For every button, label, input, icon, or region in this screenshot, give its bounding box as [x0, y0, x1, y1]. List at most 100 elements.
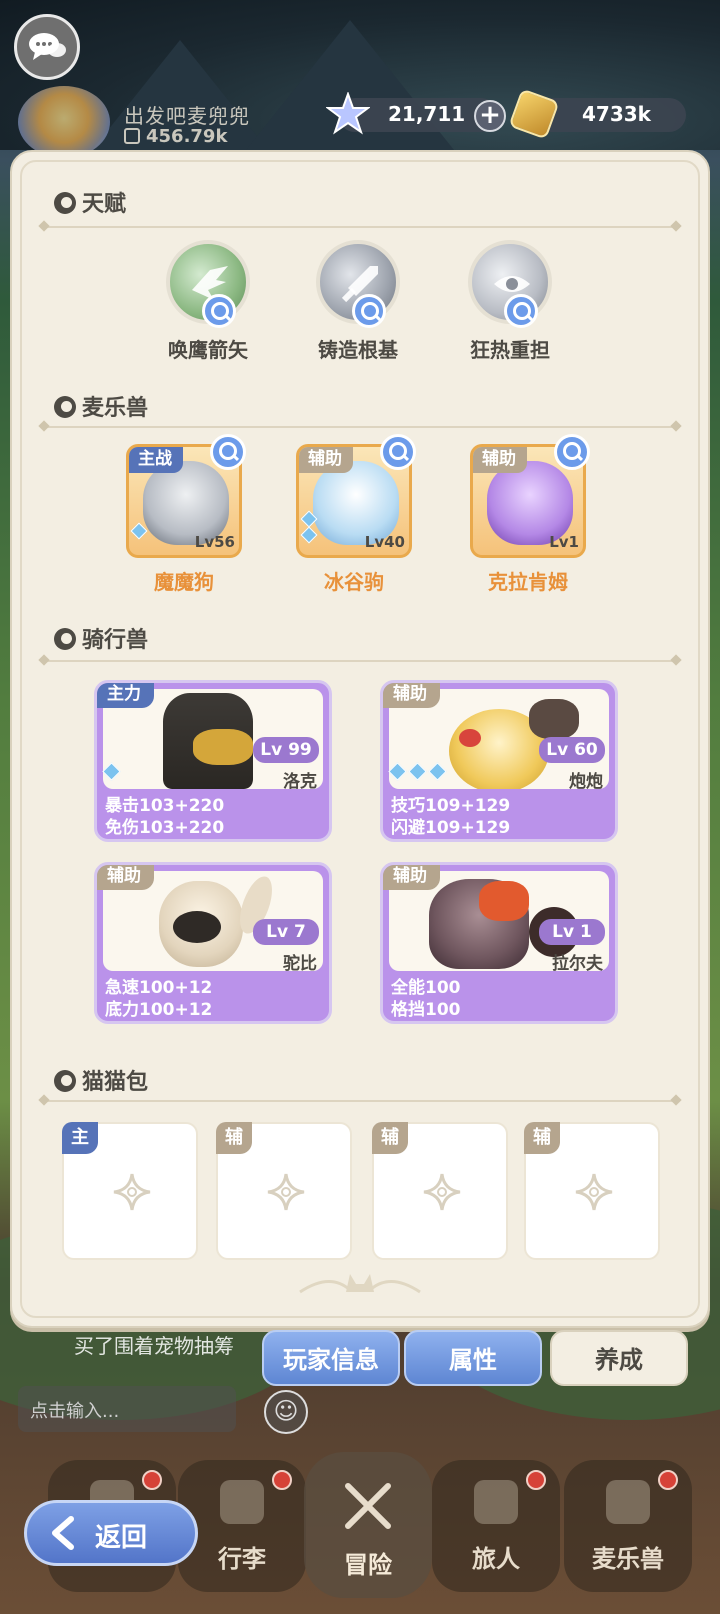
mount-card[interactable]: 辅助 Lv 1 拉尔夫 全能100 格挡100 [380, 862, 618, 1024]
mount-name: 驼比 [283, 954, 317, 974]
nav-item-pets[interactable]: 麦乐兽 [564, 1460, 692, 1592]
chat-bubble-icon [29, 33, 66, 60]
notification-dot [142, 1470, 162, 1490]
mount-stat: 格挡100 [391, 1000, 461, 1020]
tab-growth[interactable]: 养成 [550, 1330, 688, 1386]
pet-icon [606, 1480, 650, 1524]
avatar [18, 86, 110, 158]
section-title-mounts: 骑行兽 [54, 622, 148, 654]
talent-item[interactable]: 狂热重担 [450, 240, 570, 363]
talent-item[interactable]: 唤鹰箭矢 [148, 240, 268, 363]
role-tag: 主 [62, 1122, 98, 1154]
cat-bag-slot[interactable]: 辅 [372, 1122, 508, 1260]
mount-level: Lv 1 [539, 919, 605, 945]
nav-item-adventure[interactable]: 冒险 [304, 1452, 432, 1598]
role-tag: 主战 [129, 447, 183, 473]
divider [46, 426, 674, 428]
divider [46, 1100, 674, 1102]
talent-label: 唤鹰箭矢 [168, 338, 248, 362]
mount-level: Lv 99 [253, 737, 319, 763]
pet-card[interactable]: 辅助 Lv40 冰谷驹 [294, 434, 416, 595]
crossed-swords-icon [345, 1483, 391, 1529]
divider [46, 226, 674, 228]
section-title-pets: 麦乐兽 [54, 390, 148, 422]
star-currency-value: 21,711 [388, 102, 466, 126]
pet-level: Lv56 [194, 533, 235, 551]
role-tag: 辅助 [97, 865, 154, 890]
role-tag: 辅助 [383, 683, 440, 708]
talent-label: 狂热重担 [470, 338, 550, 362]
role-tag: 辅 [372, 1122, 408, 1154]
role-tag: 辅助 [383, 865, 440, 890]
cat-bag-slot[interactable]: 辅 [524, 1122, 660, 1260]
chat-bubble-button[interactable] [14, 14, 80, 80]
section-icon [54, 628, 76, 650]
back-label: 返回 [95, 1523, 148, 1553]
mount-stat: 免伤103+220 [105, 818, 225, 838]
empty-slot-icon [267, 1173, 305, 1211]
nav-label: 行李 [218, 1545, 266, 1573]
pet-card[interactable]: 主战 Lv56 魔魔狗 [124, 434, 246, 595]
cat-bag-slot[interactable]: 主 [62, 1122, 198, 1260]
cat-ornament-icon [299, 1274, 421, 1294]
nav-label: 旅人 [472, 1545, 520, 1573]
mount-level: Lv 60 [539, 737, 605, 763]
pet-card[interactable]: 辅助 Lv1 克拉肯姆 [468, 434, 590, 595]
magnifier-icon[interactable] [352, 294, 386, 328]
nav-label: 冒险 [344, 1551, 392, 1579]
magnifier-icon[interactable] [554, 434, 590, 470]
empty-slot-icon [423, 1173, 461, 1211]
magnifier-icon[interactable] [380, 434, 416, 470]
tab-attributes[interactable]: 属性 [404, 1330, 542, 1386]
player-name: 出发吧麦兜兜 [124, 104, 250, 128]
nav-item-traveler[interactable]: 旅人 [432, 1460, 560, 1592]
notification-dot [526, 1470, 546, 1490]
section-title-talent: 天赋 [54, 186, 126, 218]
coin-currency: 4733k [508, 88, 686, 140]
emoji-icon[interactable]: ☺ [264, 1390, 308, 1434]
section-icon [54, 1070, 76, 1092]
back-button[interactable]: 返回 [24, 1500, 198, 1566]
power-icon [124, 128, 140, 144]
mount-stat: 底力100+12 [105, 1000, 213, 1020]
cat-bag-slot[interactable]: 辅 [216, 1122, 352, 1260]
mount-stat: 闪避109+129 [391, 818, 511, 838]
divider [46, 660, 674, 662]
empty-slot-icon [113, 1173, 151, 1211]
pet-level: Lv40 [364, 533, 405, 551]
mount-name: 洛克 [283, 772, 317, 792]
section-icon [54, 192, 76, 214]
player-card[interactable]: 出发吧麦兜兜 456.79k [18, 86, 278, 158]
tab-player-info[interactable]: 玩家信息 [262, 1330, 400, 1386]
mount-name: 炮炮 [569, 772, 603, 792]
mount-card[interactable]: 主力 Lv 99 洛克 暴击103+220 免伤103+220 [94, 680, 332, 842]
mount-card[interactable]: 辅助 Lv 7 驼比 急速100+12 底力100+12 [94, 862, 332, 1024]
role-tag: 主力 [97, 683, 154, 708]
notification-dot [272, 1470, 292, 1490]
pet-name: 魔魔狗 [154, 570, 214, 594]
coin-currency-value: 4733k [582, 102, 651, 126]
traveler-icon [474, 1480, 518, 1524]
chat-message: 买了围着宠物抽筹 [74, 1334, 234, 1358]
eagle-icon [166, 240, 250, 328]
empty-slot-icon [575, 1173, 613, 1211]
talent-item[interactable]: 铸造根基 [298, 240, 418, 363]
player-power: 456.79k [146, 126, 228, 147]
magnifier-icon[interactable] [504, 294, 538, 328]
role-tag: 辅助 [299, 447, 353, 473]
section-title-cat-bag: 猫猫包 [54, 1064, 148, 1096]
add-currency-button[interactable]: + [474, 100, 506, 132]
pet-name: 冰谷驹 [324, 570, 384, 594]
bag-icon [220, 1480, 264, 1524]
eye-icon [468, 240, 552, 328]
star-gem-icon [326, 92, 370, 135]
pet-level: Lv1 [549, 533, 579, 551]
pet-name: 克拉肯姆 [488, 570, 568, 594]
mount-card[interactable]: 辅助 Lv 60 炮炮 技巧109+129 闪避109+129 [380, 680, 618, 842]
back-arrow-icon [52, 1516, 74, 1550]
nav-label: 麦乐兽 [592, 1545, 664, 1573]
magnifier-icon[interactable] [210, 434, 246, 470]
chat-input[interactable]: 点击输入... [18, 1386, 236, 1432]
sword-icon [316, 240, 400, 328]
magnifier-icon[interactable] [202, 294, 236, 328]
